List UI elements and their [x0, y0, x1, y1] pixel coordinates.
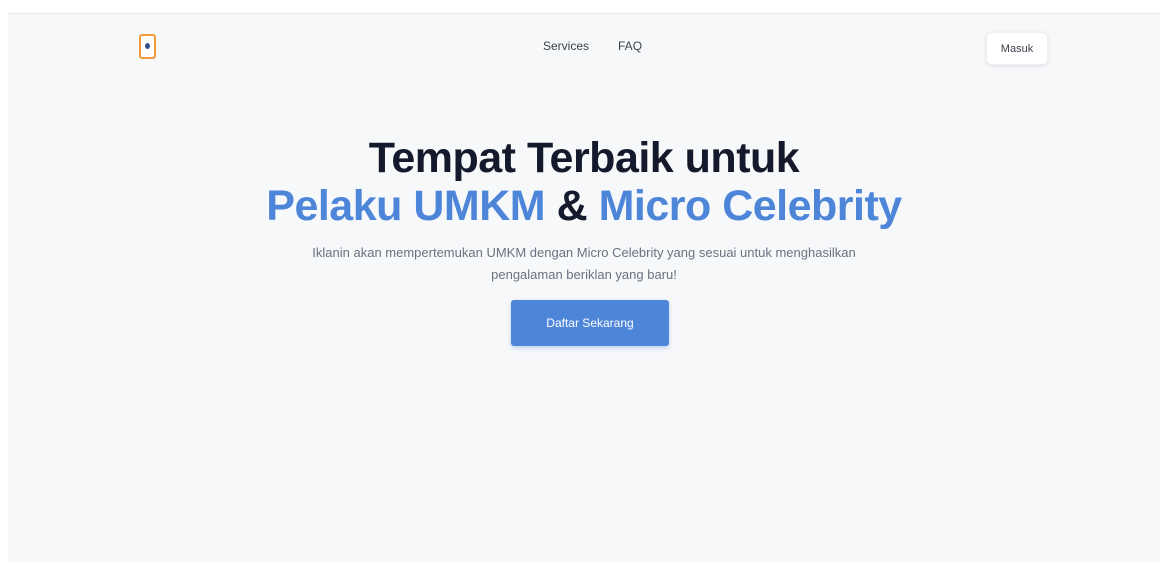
nav-link-faq[interactable]: FAQ: [618, 39, 642, 53]
hero-subtitle: Iklanin akan mempertemukan UMKM dengan M…: [312, 245, 856, 282]
headline-line1: Tempat Terbaik untuk: [368, 134, 800, 182]
logo-phone-icon[interactable]: [139, 34, 156, 59]
navbar: Services FAQ Masuk: [8, 14, 1160, 82]
hero-headline: Tempat Terbaik untuk Pelaku UMKM & Micro…: [8, 134, 1160, 230]
headline-umkm: Pelaku UMKM: [266, 182, 546, 230]
headline-line2: Pelaku UMKM & Micro Celebrity: [8, 182, 1160, 230]
nav-links: Services FAQ: [543, 39, 642, 53]
register-button[interactable]: Daftar Sekarang: [511, 300, 669, 346]
hero-section: Tempat Terbaik untuk Pelaku UMKM & Micro…: [8, 134, 1160, 286]
headline-micro-celebrity: Micro Celebrity: [598, 182, 903, 230]
nav-link-services[interactable]: Services: [543, 39, 589, 53]
login-button[interactable]: Masuk: [986, 32, 1048, 65]
headline-ampersand: &: [556, 182, 588, 230]
page-frame: Services FAQ Masuk Tempat Terbaik untuk …: [8, 13, 1160, 562]
